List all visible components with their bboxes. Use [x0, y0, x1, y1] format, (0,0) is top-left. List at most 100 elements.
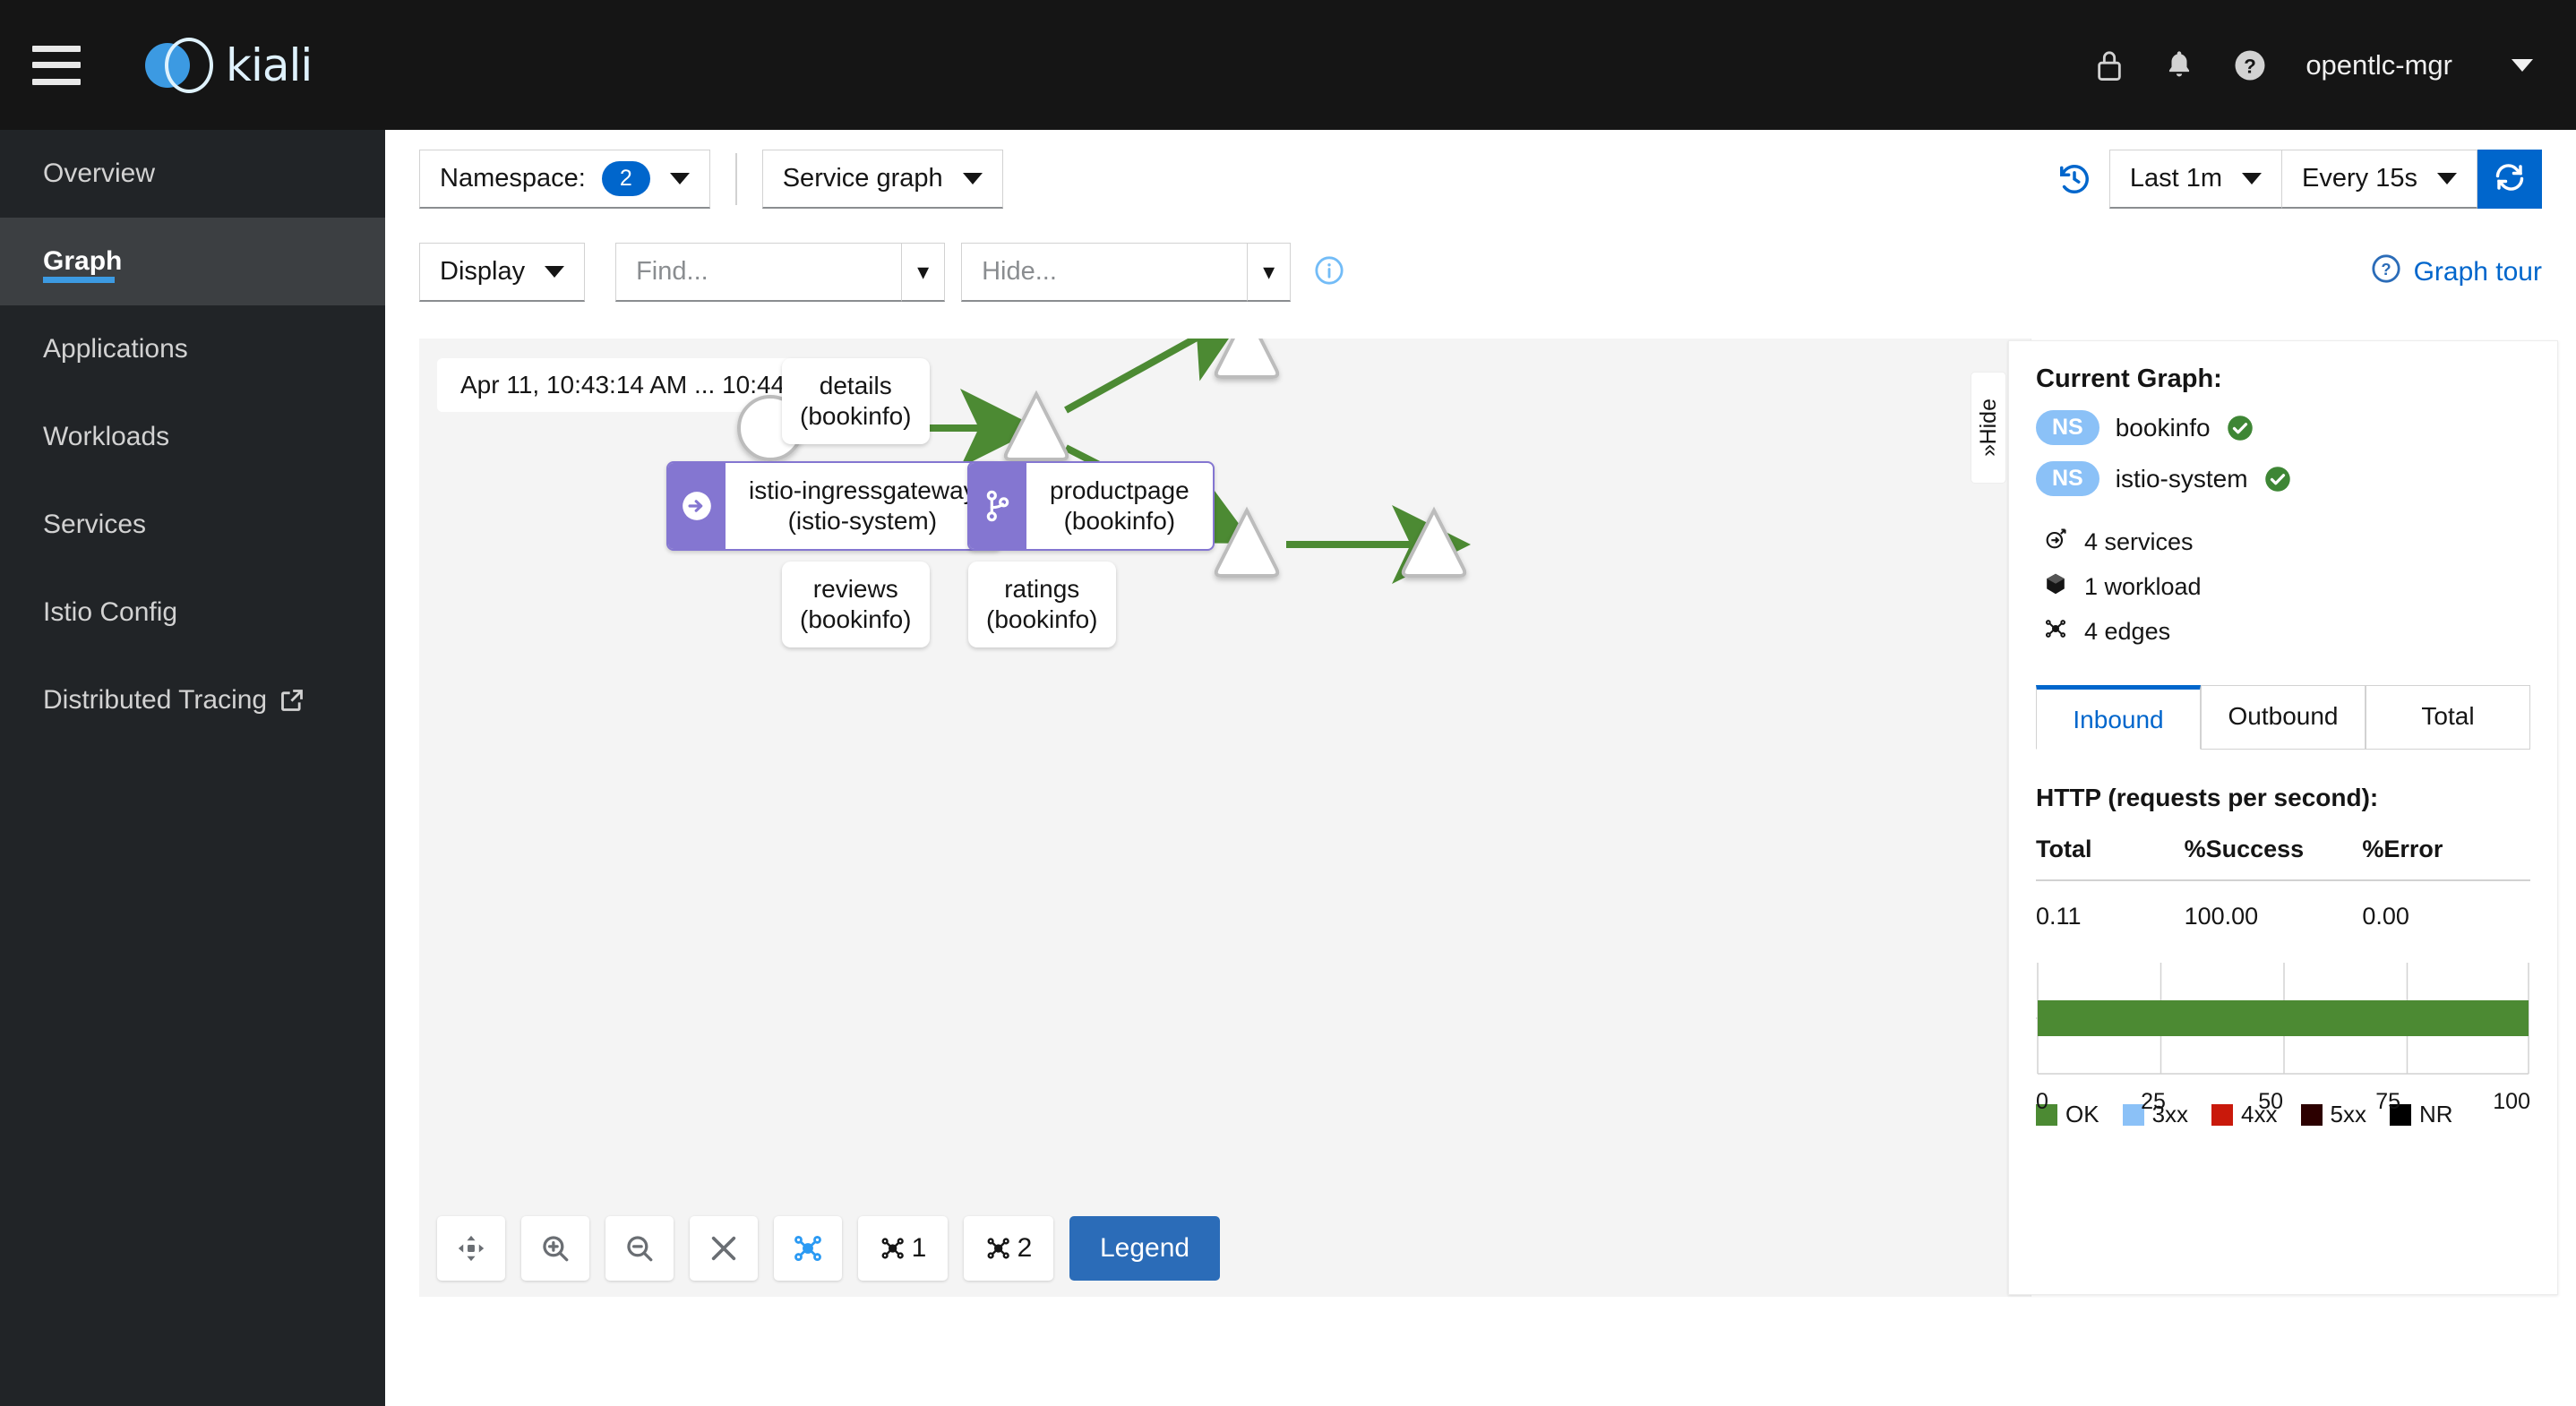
external-link-icon [279, 688, 305, 713]
namespace-name: istio-system [2115, 464, 2248, 493]
layout-2-label: 2 [1017, 1233, 1033, 1263]
tab-total[interactable]: Total [2366, 685, 2530, 749]
graph-tour-label: Graph tour [2413, 257, 2542, 287]
tab-outbound[interactable]: Outbound [2201, 685, 2366, 749]
x-tick: 100 [2493, 1089, 2530, 1114]
cell-success: 100.00 [2184, 903, 2259, 930]
stat-workloads-text: 1 workload [2084, 573, 2202, 600]
time-history-icon[interactable] [2057, 162, 2091, 196]
hide-dropdown-toggle[interactable]: ▾ [1248, 243, 1292, 302]
kiali-logo-icon [145, 37, 213, 93]
workload-icon [2043, 571, 2068, 603]
chevron-down-icon [2242, 173, 2263, 184]
column-header-total: Total [2036, 836, 2185, 881]
display-label: Display [440, 257, 526, 286]
graph-node-namespace-text: (bookinfo) [800, 402, 912, 431]
graph-node-label-text: reviews [812, 575, 898, 603]
namespace-badge: NS [2036, 410, 2099, 445]
graph-node-label-text: ratings [1004, 575, 1080, 603]
fit-to-screen-button[interactable] [437, 1216, 505, 1281]
user-menu-chevron-down-icon[interactable] [2512, 58, 2533, 72]
brand-logo-group[interactable]: kiali [145, 37, 313, 93]
graph-toolbar-secondary: Display ▾ ▾ ? Graph tour [385, 228, 2576, 316]
legend-button-label: Legend [1100, 1233, 1190, 1263]
layout-1-label: 1 [911, 1233, 927, 1263]
graph-node-label-reviews[interactable]: reviews (bookinfo) [782, 562, 930, 648]
hide-side-panel-button[interactable]: Hide » [1971, 372, 2006, 484]
service-icon [2043, 527, 2068, 558]
stat-edges-text: 4 edges [2084, 618, 2171, 645]
graph-node-label-details[interactable]: details (bookinfo) [782, 358, 930, 445]
sidebar-item-graph[interactable]: Graph [0, 218, 385, 305]
find-input[interactable] [615, 243, 903, 302]
zoom-out-button[interactable] [605, 1216, 674, 1281]
graph-edge-productpage-details [1064, 339, 1249, 414]
help-icon[interactable]: ? [2234, 49, 2266, 81]
graph-canvas[interactable]: Apr 11, 10:43:14 AM ... 10:44:14 AM isti… [419, 339, 2031, 1297]
sidebar-item-applications[interactable]: Applications [0, 305, 385, 393]
stat-workloads: 1 workload [2036, 571, 2530, 603]
sidebar-item-istio-config[interactable]: Istio Config [0, 569, 385, 656]
zoom-in-button[interactable] [521, 1216, 589, 1281]
chevron-down-icon [669, 173, 690, 184]
layout-default-button[interactable] [774, 1216, 842, 1281]
bell-icon[interactable] [2164, 48, 2194, 82]
hide-label: Hide [1975, 398, 2001, 445]
tab-label: Inbound [2073, 706, 2164, 733]
info-icon[interactable] [1314, 255, 1344, 290]
hide-input[interactable] [961, 243, 1249, 302]
sidebar-item-label: Applications [43, 334, 188, 364]
hamburger-menu-icon[interactable] [32, 45, 81, 85]
graph-node-label-productpage[interactable]: productpage (bookinfo) [967, 461, 1215, 552]
stat-services-text: 4 services [2084, 528, 2194, 555]
graph-node-label-ratings[interactable]: ratings (bookinfo) [968, 562, 1116, 648]
double-chevron-right-icon: » [1975, 444, 2001, 458]
sidebar-item-distributed-tracing[interactable]: Distributed Tracing [0, 656, 385, 744]
health-ok-icon [2227, 415, 2254, 442]
cell-total: 0.11 [2036, 903, 2082, 930]
tab-label: Total [2421, 702, 2475, 730]
legend-button[interactable]: Legend [1069, 1216, 1221, 1281]
chevron-down-icon [962, 173, 983, 184]
chevron-down-icon [2437, 173, 2457, 184]
chart-svg [2029, 963, 2529, 1075]
panel-title: Current Graph: [2036, 364, 2222, 393]
lock-icon[interactable] [2094, 48, 2125, 82]
sidebar-item-label: Distributed Tracing [43, 685, 268, 715]
virtualservice-icon [969, 463, 1026, 550]
traffic-direction-tabs: Inbound Outbound Total [2036, 685, 2530, 750]
column-header-error: %Error [2362, 836, 2530, 881]
x-tick: 50 [2258, 1089, 2283, 1114]
time-range-select[interactable]: Last 1m [2108, 150, 2282, 209]
sidebar-item-overview[interactable]: Overview [0, 130, 385, 218]
graph-node-label-text: productpage (bookinfo) [1050, 476, 1189, 536]
sidebar-item-workloads[interactable]: Workloads [0, 393, 385, 481]
graph-type-select[interactable]: Service graph [761, 150, 1003, 209]
graph-node-shape-details [1214, 339, 1280, 379]
namespace-badge: NS [2036, 461, 2099, 496]
x-tick: 0 [2036, 1089, 2048, 1114]
sidebar-item-services[interactable]: Services [0, 481, 385, 569]
refresh-icon [2494, 161, 2526, 198]
display-select[interactable]: Display [419, 243, 586, 302]
http-distribution-chart: 0 25 50 75 100 [2029, 961, 2530, 1114]
graph-node-label-ingressgw[interactable]: istio-ingressgateway (istio-system) [666, 461, 1001, 552]
find-dropdown-toggle[interactable]: ▾ [902, 243, 946, 302]
layout-1-button[interactable]: 1 [858, 1216, 948, 1281]
graph-tour-link[interactable]: ? Graph tour [2371, 253, 2542, 291]
refresh-interval-label: Every 15s [2302, 164, 2417, 193]
toolbar-divider [734, 153, 737, 205]
namespace-label: Namespace: [440, 164, 586, 193]
namespace-select[interactable]: Namespace: 2 [419, 150, 710, 209]
expand-button[interactable] [690, 1216, 758, 1281]
graph-node-label-text: details [819, 372, 892, 399]
http-metrics-title: HTTP (requests per second): [2036, 784, 2379, 811]
layout-2-button[interactable]: 2 [964, 1216, 1053, 1281]
svg-text:?: ? [2381, 260, 2391, 279]
user-name[interactable]: opentlc-mgr [2306, 49, 2452, 81]
refresh-interval-select[interactable]: Every 15s [2281, 150, 2477, 209]
tab-inbound[interactable]: Inbound [2036, 685, 2201, 750]
health-ok-icon [2264, 466, 2291, 493]
refresh-button[interactable] [2477, 150, 2542, 209]
svg-text:?: ? [2244, 55, 2256, 77]
